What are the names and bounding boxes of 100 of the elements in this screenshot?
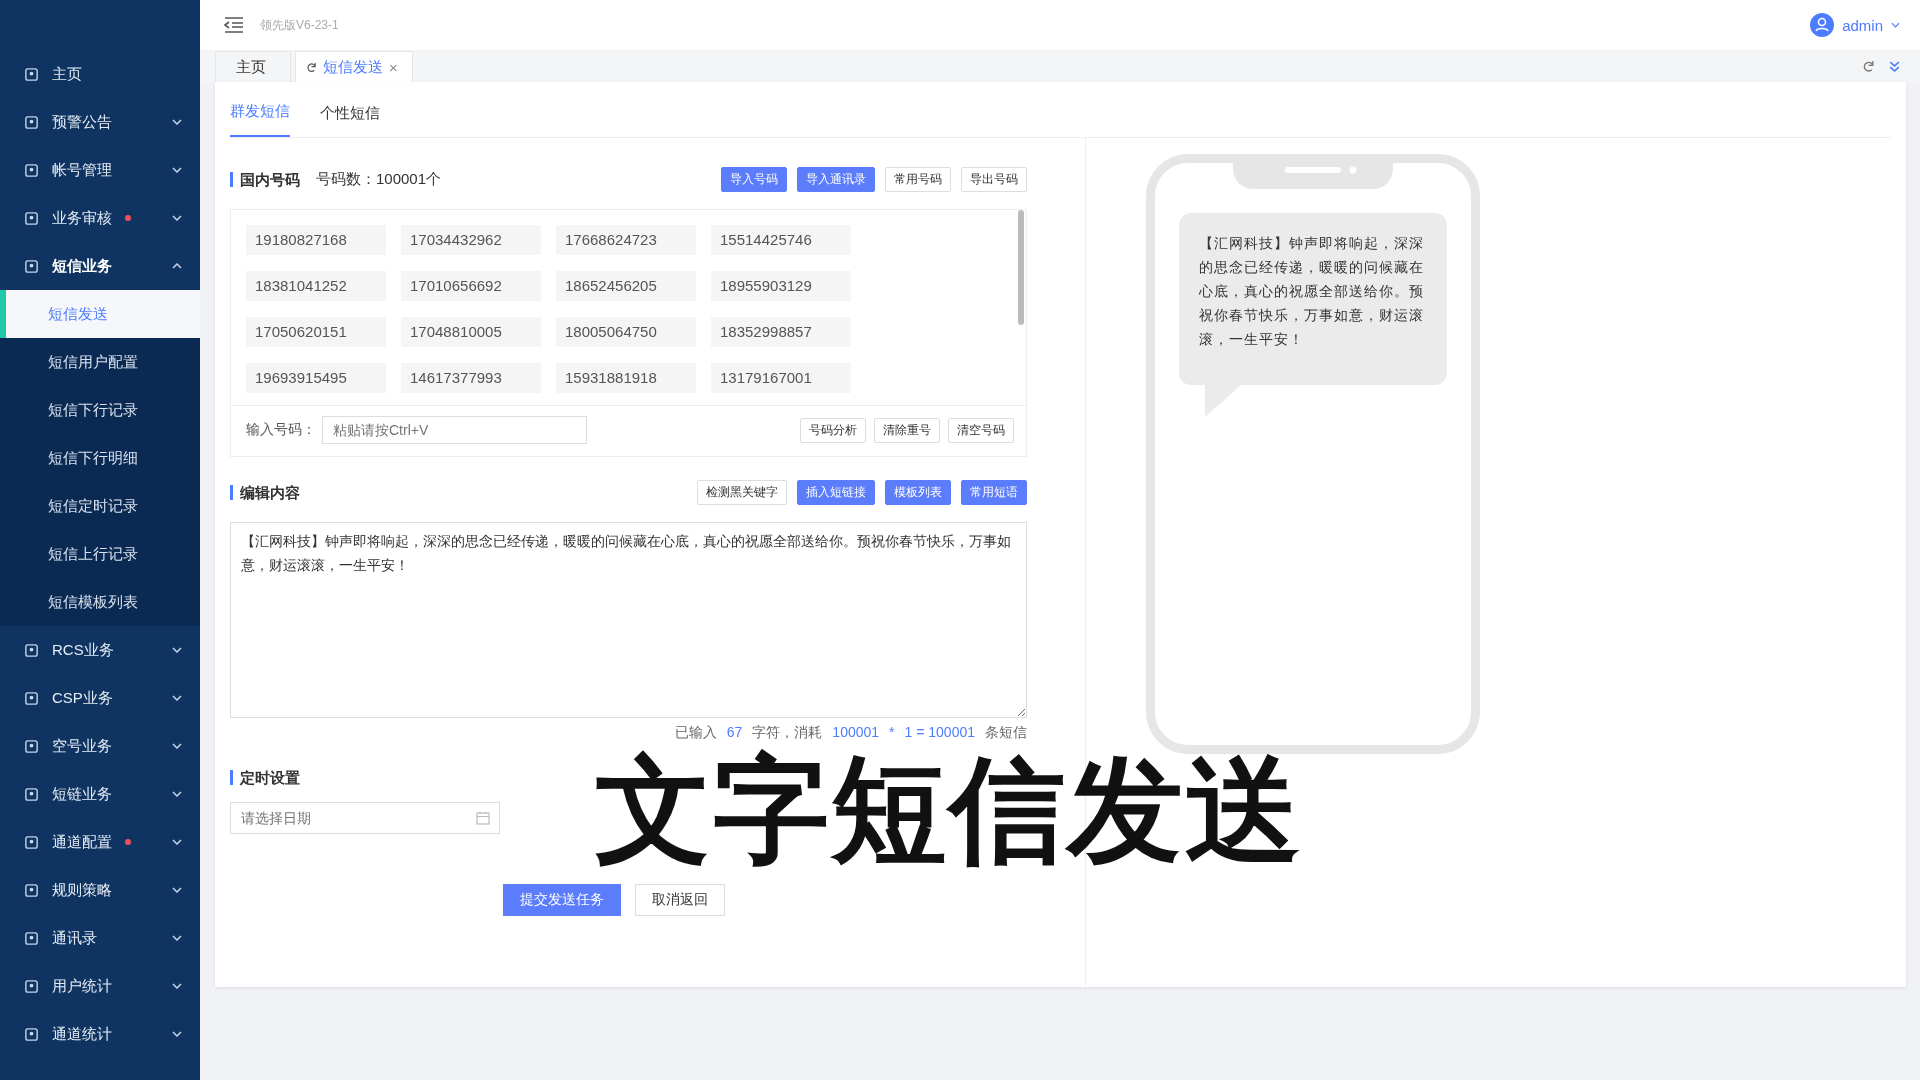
- section-title: 国内号码: [230, 171, 300, 187]
- message-text-field[interactable]: 【汇网科技】钟声即将响起，深深的思念已经传递，暖暖的问候藏在心底，真心的祝愿全部送给你。预祝你春节快乐，万事如意，财运滚滚，一生平安！: [230, 522, 1027, 718]
- menu-item-icon: [24, 882, 39, 898]
- section-title: 编辑内容: [230, 484, 300, 500]
- sidebar-item[interactable]: 通讯录: [0, 914, 200, 962]
- counter-text: *: [889, 724, 895, 742]
- alert-dot: [125, 215, 131, 221]
- section-title: 定时设置: [230, 769, 300, 785]
- submenu-item[interactable]: 短信上行记录: [0, 530, 200, 578]
- menu-item-icon: [24, 66, 39, 82]
- menu-icon[interactable]: [224, 17, 244, 33]
- counter-text: 100001: [832, 724, 880, 742]
- sidebar-item[interactable]: 帐号管理: [0, 146, 200, 194]
- submenu-item[interactable]: 短信下行明细: [0, 434, 200, 482]
- chevron-down-icon: [172, 743, 182, 749]
- refresh-icon: [306, 61, 317, 73]
- calendar-icon: [476, 811, 490, 825]
- action-button[interactable]: 常用短语: [961, 479, 1027, 505]
- menu-item-icon: [24, 1026, 39, 1042]
- counter-text: 条短信: [985, 724, 1027, 742]
- phone-number: 15931881918: [556, 363, 696, 393]
- menu-item-icon: [24, 258, 39, 274]
- menu-item-icon: [24, 738, 39, 754]
- chevron-down-icon: [172, 983, 182, 989]
- action-button[interactable]: 导入号码: [721, 166, 787, 192]
- menu-item-icon: [24, 690, 39, 706]
- sidebar-item[interactable]: 规则策略: [0, 866, 200, 914]
- menu-item-icon: [24, 930, 39, 946]
- action-button[interactable]: 导出号码: [961, 166, 1027, 192]
- version-label: 领先版V6-23-1: [260, 16, 339, 34]
- submenu-item[interactable]: 短信发送: [0, 290, 200, 338]
- submenu-item[interactable]: 短信下行记录: [0, 386, 200, 434]
- chevron-down-icon: [1891, 22, 1900, 28]
- phone-number: 17668624723: [556, 225, 696, 255]
- action-button[interactable]: 导入通讯录: [797, 166, 875, 192]
- content-tab[interactable]: 个性短信: [320, 104, 380, 137]
- sidebar-item[interactable]: 用户统计: [0, 962, 200, 1010]
- action-button[interactable]: 常用号码: [885, 166, 951, 192]
- tool-button[interactable]: 清除重号: [874, 417, 940, 443]
- chevron-down-icon: [172, 791, 182, 797]
- phone-number: 18955903129: [711, 271, 851, 301]
- tool-button[interactable]: 号码分析: [800, 417, 866, 443]
- submenu-item[interactable]: 短信用户配置: [0, 338, 200, 386]
- sidebar-item[interactable]: 预警公告: [0, 98, 200, 146]
- action-button[interactable]: 检测黑关键字: [697, 479, 787, 505]
- action-button[interactable]: 模板列表: [885, 479, 951, 505]
- sidebar-item[interactable]: 业务审核: [0, 194, 200, 242]
- form-button[interactable]: 提交发送任务: [503, 884, 621, 916]
- submenu-item[interactable]: 短信模板列表: [0, 578, 200, 626]
- refresh-icon[interactable]: [1862, 59, 1875, 73]
- sidebar-item[interactable]: 通道统计: [0, 1010, 200, 1058]
- counter-text: 字符，消耗: [752, 724, 823, 742]
- menu-item-icon: [24, 642, 39, 658]
- content-tab[interactable]: 群发短信: [230, 102, 290, 137]
- alert-dot: [125, 839, 131, 845]
- counter-text: 已输入: [674, 724, 717, 742]
- menu-item-icon: [24, 114, 39, 130]
- menu-item-icon: [24, 978, 39, 994]
- phone-number: 18381041252: [246, 271, 386, 301]
- counter-text: 1 = 100001: [904, 724, 975, 742]
- form-button[interactable]: 取消返回: [635, 884, 725, 916]
- number-count: 号码数：100001个: [316, 169, 442, 189]
- sidebar-item[interactable]: RCS业务: [0, 626, 200, 674]
- double-chevron-icon[interactable]: [1889, 60, 1900, 72]
- sidebar-item[interactable]: 短信业务: [0, 242, 200, 290]
- phone-number: 15514425746: [711, 225, 851, 255]
- sidebar-item[interactable]: 主页: [0, 50, 200, 98]
- page-tab[interactable]: 短信发送 ×: [295, 51, 413, 82]
- message-preview: 【汇网科技】钟声即将响起，深深的思念已经传递，暖暖的问候藏在心底，真心的祝愿全部送给你。预祝你春节快乐，万事如意，财运滚滚，一生平安！: [1199, 235, 1424, 347]
- phone-number: 19180827168: [246, 225, 386, 255]
- chevron-down-icon: [172, 647, 182, 653]
- sidebar-item[interactable]: CSP业务: [0, 674, 200, 722]
- chevron-down-icon: [172, 119, 182, 125]
- user-menu[interactable]: admin: [1842, 16, 1883, 34]
- chevron-down-icon: [172, 167, 182, 173]
- date-picker-field[interactable]: 请选择日期: [230, 802, 500, 834]
- counter-text: 67: [726, 724, 743, 742]
- menu-item-icon: [24, 210, 39, 226]
- phone-number: 18652456205: [556, 271, 696, 301]
- action-button[interactable]: 插入短链接: [797, 479, 875, 505]
- input-label: 输入号码：: [246, 421, 316, 439]
- scrollbar[interactable]: [1018, 210, 1024, 325]
- tool-button[interactable]: 清空号码: [948, 417, 1014, 443]
- submenu-item[interactable]: 短信定时记录: [0, 482, 200, 530]
- phone-number: 19693915495: [246, 363, 386, 393]
- phone-number: 13179167001: [711, 363, 851, 393]
- menu-item-icon: [24, 786, 39, 802]
- chevron-down-icon: [172, 695, 182, 701]
- chevron-up-icon: [172, 263, 182, 269]
- menu-item-icon: [24, 162, 39, 178]
- phone-number: 18005064750: [556, 317, 696, 347]
- sidebar-item[interactable]: 空号业务: [0, 722, 200, 770]
- phone-number: 17048810005: [401, 317, 541, 347]
- page-tab[interactable]: 主页: [215, 51, 291, 82]
- sidebar-item[interactable]: 通道配置: [0, 818, 200, 866]
- chevron-down-icon: [172, 935, 182, 941]
- close-icon[interactable]: ×: [389, 58, 398, 76]
- phone-number: 17050620151: [246, 317, 386, 347]
- number-input-field[interactable]: 粘贴请按Ctrl+V: [322, 416, 587, 444]
- sidebar-item[interactable]: 短链业务: [0, 770, 200, 818]
